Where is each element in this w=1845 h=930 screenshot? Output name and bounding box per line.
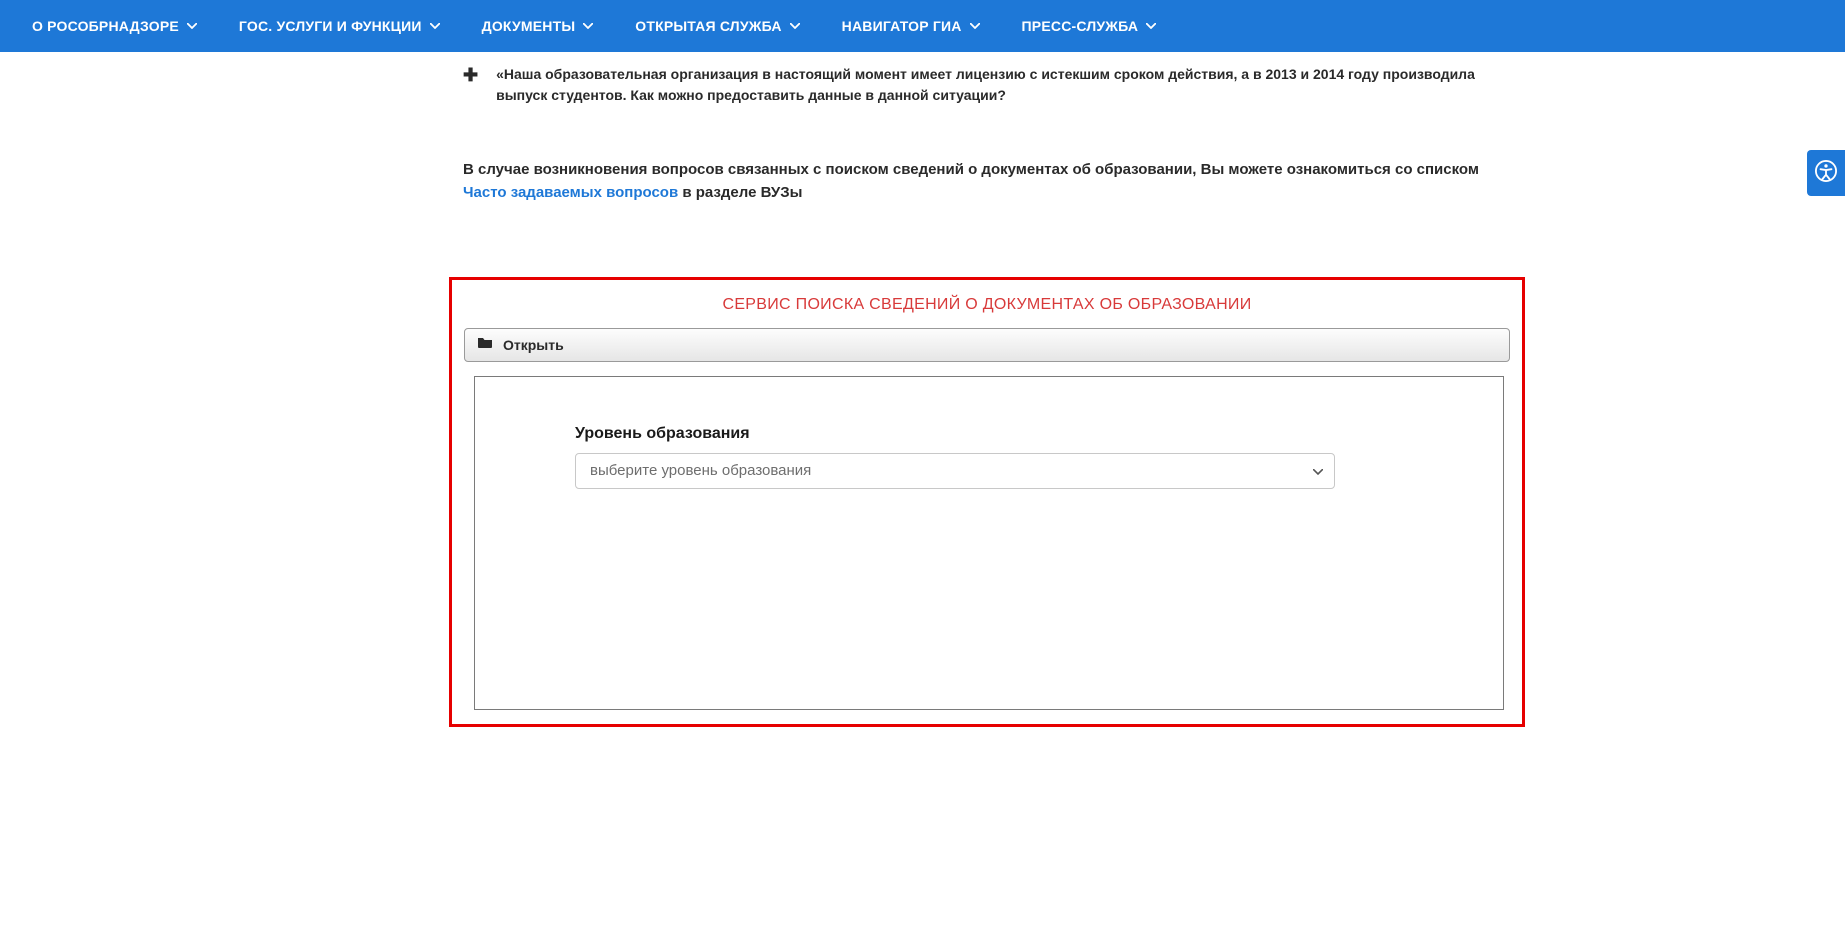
nav-item-services[interactable]: ГОС. УСЛУГИ И ФУНКЦИИ — [239, 18, 440, 34]
intro-paragraph: В случае возникновения вопросов связанны… — [463, 158, 1523, 205]
chevron-down-icon — [187, 21, 197, 31]
nav-item-label: ОТКРЫТАЯ СЛУЖБА — [635, 18, 781, 34]
education-level-select[interactable]: выберите уровень образования — [575, 453, 1335, 489]
chevron-down-icon — [970, 21, 980, 31]
faq-item[interactable]: ✚ «Наша образовательная организация в на… — [463, 60, 1523, 120]
nav-item-label: О РОСОБРНАДЗОРЕ — [32, 18, 179, 34]
faq-link[interactable]: Часто задаваемых вопросов — [463, 184, 678, 201]
nav-item-label: ДОКУМЕНТЫ — [482, 18, 576, 34]
plus-icon: ✚ — [463, 66, 478, 84]
faq-item-text: «Наша образовательная организация в наст… — [496, 64, 1523, 106]
nav-item-documents[interactable]: ДОКУМЕНТЫ — [482, 18, 594, 34]
chevron-down-icon — [583, 21, 593, 31]
search-service-box: СЕРВИС ПОИСКА СВЕДЕНИЙ О ДОКУМЕНТАХ ОБ О… — [449, 277, 1525, 727]
intro-suffix: в разделе ВУЗы — [682, 184, 802, 201]
education-level-select-wrap: выберите уровень образования — [575, 453, 1335, 489]
select-placeholder: выберите уровень образования — [590, 462, 811, 479]
nav-item-label: ПРЕСС-СЛУЖБА — [1022, 18, 1139, 34]
accessibility-icon — [1815, 160, 1837, 187]
nav-item-label: ГОС. УСЛУГИ И ФУНКЦИИ — [239, 18, 422, 34]
nav-item-open-service[interactable]: ОТКРЫТАЯ СЛУЖБА — [635, 18, 799, 34]
education-level-label: Уровень образования — [575, 425, 1469, 443]
nav-item-label: НАВИГАТОР ГИА — [842, 18, 962, 34]
top-nav: О РОСОБРНАДЗОРЕ ГОС. УСЛУГИ И ФУНКЦИИ ДО… — [0, 0, 1845, 52]
open-bar-label: Открыть — [503, 337, 564, 353]
accessibility-tab[interactable] — [1807, 150, 1845, 196]
chevron-down-icon — [1146, 21, 1156, 31]
inner-panel: Уровень образования выберите уровень обр… — [474, 376, 1504, 710]
chevron-down-icon — [790, 21, 800, 31]
nav-item-about[interactable]: О РОСОБРНАДЗОРЕ — [32, 18, 197, 34]
service-title: СЕРВИС ПОИСКА СВЕДЕНИЙ О ДОКУМЕНТАХ ОБ О… — [464, 296, 1510, 314]
nav-item-gia-navigator[interactable]: НАВИГАТОР ГИА — [842, 18, 980, 34]
open-bar[interactable]: Открыть — [464, 328, 1510, 362]
intro-prefix: В случае возникновения вопросов связанны… — [463, 161, 1479, 178]
nav-item-press[interactable]: ПРЕСС-СЛУЖБА — [1022, 18, 1157, 34]
folder-open-icon — [477, 335, 493, 354]
chevron-down-icon — [430, 21, 440, 31]
page-content: ✚ «Наша образовательная организация в на… — [463, 52, 1523, 727]
